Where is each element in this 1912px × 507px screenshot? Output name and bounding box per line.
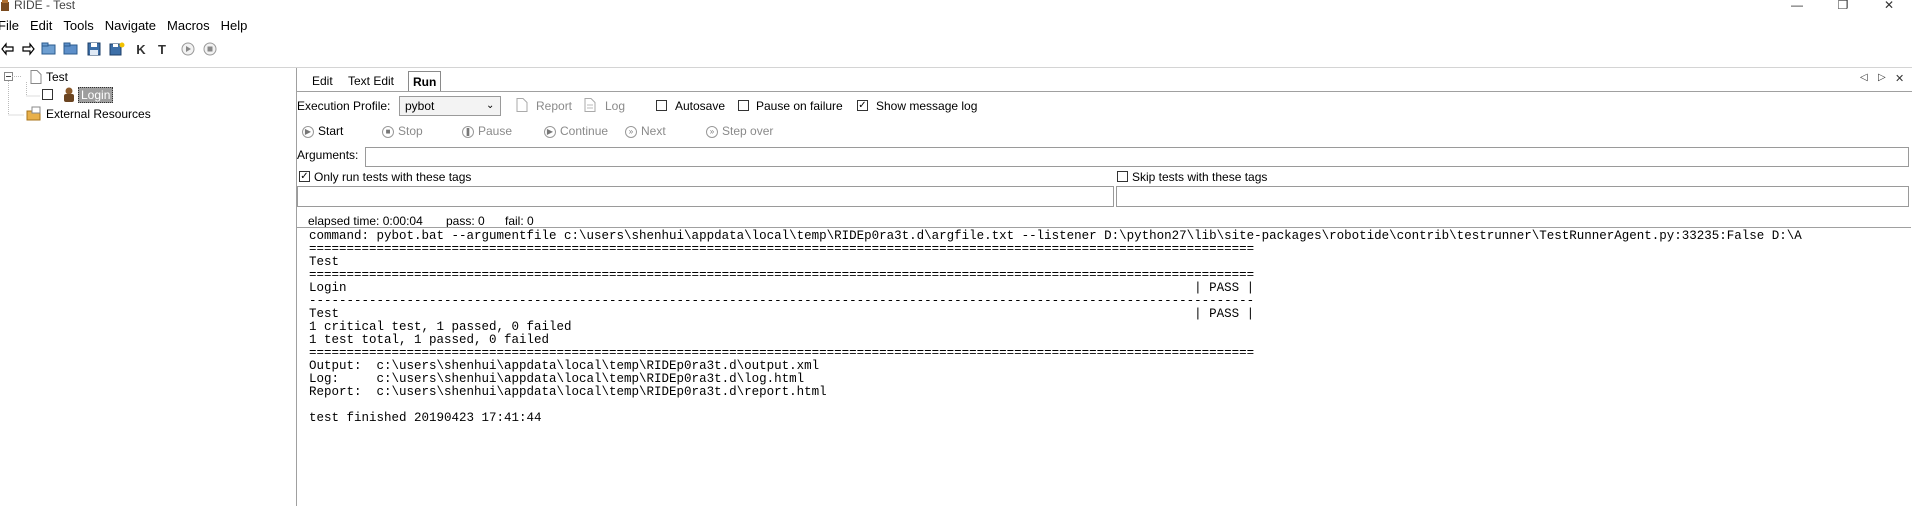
menu-tools[interactable]: Tools: [63, 18, 93, 33]
close-tab-icon[interactable]: ✕: [1895, 72, 1904, 85]
tab-text-edit[interactable]: Text Edit: [344, 72, 398, 90]
stop-run-icon: ■: [382, 125, 394, 138]
autosave-label: Autosave: [675, 99, 726, 113]
title-bar: RIDE - Test — ❐ ✕: [0, 0, 1912, 14]
execution-profile-select[interactable]: pybot ⌄: [399, 96, 501, 116]
report-icon: [516, 98, 528, 115]
next-label: Next: [641, 124, 666, 138]
start-label: Start: [318, 124, 344, 138]
start-icon: ▶: [302, 125, 314, 138]
skip-tags-checkbox[interactable]: [1117, 171, 1128, 182]
elapsed-time: elapsed time: 0:00:04: [308, 214, 423, 228]
show-message-log-label: Show message log: [876, 99, 978, 113]
test-case-icon: [62, 87, 76, 106]
open-directory-icon[interactable]: [63, 42, 79, 58]
save-icon[interactable]: [86, 42, 102, 58]
open-folder-icon[interactable]: [41, 42, 57, 58]
arguments-label: Arguments:: [297, 148, 359, 162]
next-button[interactable]: » Next: [625, 124, 666, 138]
file-icon: [30, 70, 42, 87]
only-run-tags-checkbox[interactable]: ✓: [299, 171, 310, 182]
console-line: Report: c:\users\shenhui\appdata\local\t…: [309, 385, 827, 399]
menu-bar: File Edit Tools Navigate Macros Help: [0, 18, 258, 38]
window-title: RIDE - Test: [14, 0, 76, 12]
menu-edit[interactable]: Edit: [30, 18, 52, 33]
only-run-tags-label: Only run tests with these tags: [314, 170, 472, 184]
log-button[interactable]: Log: [605, 99, 625, 113]
start-button[interactable]: ▶ Start: [302, 124, 343, 138]
new-testcase-icon[interactable]: T: [154, 42, 170, 58]
log-icon: [584, 98, 596, 115]
skip-tags-label: Skip tests with these tags: [1132, 170, 1268, 184]
forward-icon[interactable]: [20, 42, 36, 58]
menu-macros[interactable]: Macros: [167, 18, 210, 33]
tree-item-test[interactable]: Test: [46, 70, 68, 84]
execution-profile-label: Execution Profile:: [297, 99, 391, 113]
tab-edit[interactable]: Edit: [308, 72, 337, 90]
stop-button[interactable]: ■ Stop: [382, 124, 423, 138]
tab-scroll-left-icon[interactable]: ◁: [1860, 72, 1868, 83]
arguments-input[interactable]: [365, 147, 1909, 167]
toolbar-divider: [0, 67, 1912, 68]
chevron-down-icon: ⌄: [486, 100, 495, 111]
keyword-k-label: K: [136, 42, 146, 57]
stop-icon[interactable]: [202, 42, 218, 58]
pause-icon: ❚: [462, 125, 474, 138]
tree-item-login[interactable]: Login: [78, 87, 114, 103]
report-button[interactable]: Report: [536, 99, 572, 113]
external-resources-icon: [26, 106, 42, 125]
console-line: test finished 20190423 17:41:44: [309, 411, 542, 425]
pause-on-failure-label: Pause on failure: [756, 99, 843, 113]
continue-icon: ▶: [544, 125, 556, 138]
project-tree: Test Login External Resources: [0, 70, 296, 506]
stop-label: Stop: [398, 124, 423, 138]
tab-run[interactable]: Run: [408, 71, 442, 92]
tree-item-external-resources[interactable]: External Resources: [46, 107, 151, 121]
continue-button[interactable]: ▶ Continue: [544, 124, 608, 138]
app-icon: [0, 0, 10, 12]
pause-on-failure-checkbox[interactable]: [738, 100, 749, 111]
console-output: command: pybot.bat --argumentfile c:\use…: [309, 230, 1802, 425]
show-message-log-checkbox[interactable]: ✓: [857, 100, 868, 111]
maximize-button[interactable]: ❐: [1820, 0, 1866, 12]
only-run-tags-input[interactable]: [297, 186, 1114, 207]
execution-profile-value: pybot: [405, 99, 435, 113]
message-log-console[interactable]: command: pybot.bat --argumentfile c:\use…: [297, 227, 1911, 507]
close-button[interactable]: ✕: [1866, 0, 1912, 12]
testcase-t-label: T: [158, 42, 166, 57]
pause-label: Pause: [478, 124, 513, 138]
autosave-checkbox[interactable]: [656, 100, 667, 111]
tree-checkbox-login[interactable]: [42, 89, 53, 100]
step-over-icon: »: [706, 125, 718, 138]
menu-navigate[interactable]: Navigate: [105, 18, 156, 33]
back-icon[interactable]: [0, 42, 16, 58]
tab-scroll-right-icon[interactable]: ▷: [1878, 72, 1886, 83]
pass-count: pass: 0: [446, 214, 485, 228]
console-line: ========================================…: [309, 242, 1255, 256]
new-keyword-icon[interactable]: K: [133, 42, 149, 58]
tabs-underline: [296, 91, 1912, 92]
menu-file[interactable]: File: [0, 18, 19, 33]
continue-label: Continue: [560, 124, 609, 138]
skip-tags-input[interactable]: [1116, 186, 1909, 207]
save-all-icon[interactable]: [109, 42, 125, 58]
step-over-label: Step over: [722, 124, 774, 138]
menu-help[interactable]: Help: [221, 18, 248, 33]
fail-count: fail: 0: [505, 214, 534, 228]
minimize-button[interactable]: —: [1774, 0, 1820, 12]
next-icon: »: [625, 125, 637, 138]
run-icon[interactable]: [180, 42, 196, 58]
step-over-button[interactable]: » Step over: [706, 124, 773, 138]
pause-button[interactable]: ❚ Pause: [462, 124, 512, 138]
